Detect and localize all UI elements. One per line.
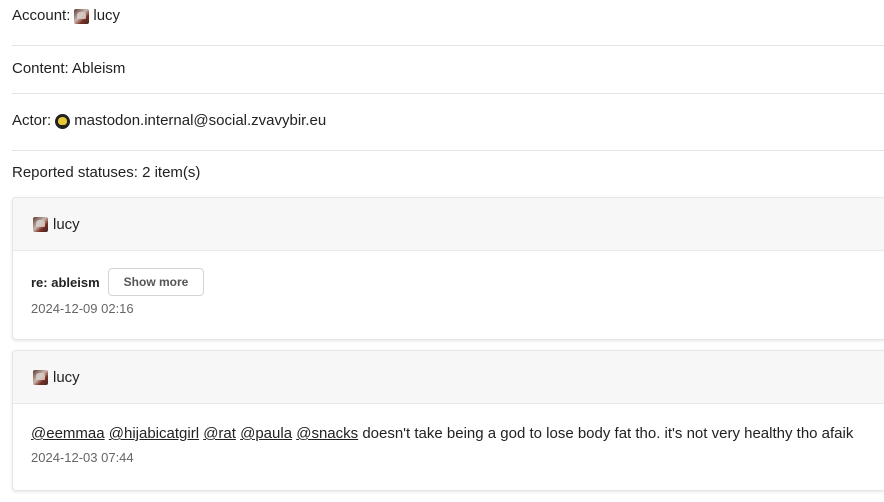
actor-row: Actor: mastodon.internal@social.zvavybir… (12, 111, 884, 131)
reported-statuses-row: Reported statuses: 2 item(s) (12, 163, 884, 183)
status-author-header[interactable]: lucy (13, 198, 884, 251)
actor-name[interactable]: mastodon.internal@social.zvavybir.eu (74, 111, 326, 131)
account-row: Account: lucy (12, 6, 884, 26)
status-body: @eemmaa @hijabicatgirl @rat @paula @snac… (13, 425, 884, 465)
status-author[interactable]: lucy (53, 369, 80, 386)
content-warning-text: re: ableism (31, 274, 100, 290)
status-content: @eemmaa @hijabicatgirl @rat @paula @snac… (31, 425, 866, 442)
mention-link[interactable]: @paula (240, 425, 292, 442)
show-more-button[interactable]: Show more (107, 268, 205, 296)
mention-link[interactable]: @hijabicatgirl (109, 425, 199, 442)
author-avatar (33, 369, 48, 385)
mention-link[interactable]: @eemmaa (31, 425, 105, 442)
status-author-header[interactable]: lucy (13, 351, 884, 404)
actor-avatar (55, 113, 71, 129)
content-row: Content: Ableism (12, 59, 884, 79)
mention-link[interactable]: @snacks (296, 425, 358, 442)
status-text: doesn't take being a god to lose body fa… (362, 425, 854, 442)
status-body: re: ableism Show more 2024-12-09 02:16 (13, 268, 884, 316)
author-avatar (33, 216, 48, 232)
status-card: lucy re: ableism Show more 2024-12-09 02… (12, 197, 884, 340)
content-label: Content: Ableism (12, 60, 126, 77)
spoiler-row: re: ableism Show more (31, 268, 866, 296)
reported-statuses-label: Reported statuses: 2 item(s) (12, 164, 201, 181)
status-author[interactable]: lucy (53, 216, 80, 233)
status-date[interactable]: 2024-12-03 07:44 (31, 450, 866, 465)
mention-link[interactable]: @rat (203, 425, 236, 442)
divider (12, 45, 884, 46)
account-name[interactable]: lucy (93, 6, 120, 26)
divider (12, 93, 884, 94)
account-avatar (74, 8, 90, 24)
status-date[interactable]: 2024-12-09 02:16 (31, 301, 866, 316)
status-card: lucy @eemmaa @hijabicatgirl @rat @paula … (12, 350, 884, 491)
actor-label: Actor: (12, 112, 52, 129)
divider (12, 150, 884, 151)
account-label: Account: (12, 7, 71, 24)
